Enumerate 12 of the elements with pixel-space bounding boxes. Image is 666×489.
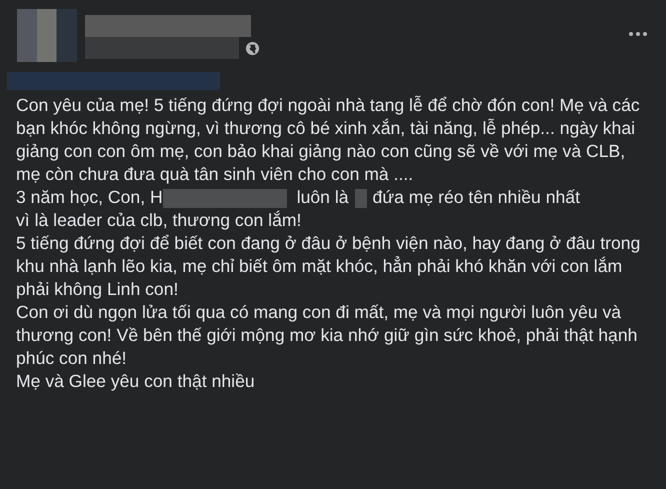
post-text: 5 tiếng đứng đợi để biết con đang ở đâu ở bệnh viện nào, hay đang ở đâu trong khu nhà lạnh lẽo kia, mẹ chỉ biết ôm mặt khóc, hẳn phải khó khăn với con lắm phải không Linh con! bbox=[16, 233, 640, 299]
post-text: đứa mẹ réo tên nhiều nhất bbox=[372, 187, 580, 207]
more-options-icon[interactable] bbox=[626, 29, 650, 39]
post-text: 3 năm học, Con, H bbox=[16, 187, 163, 207]
globe-icon bbox=[245, 40, 260, 56]
post-text: luôn là bbox=[296, 187, 349, 207]
blurred-avatar bbox=[17, 9, 77, 62]
post-text: vì là leader của clb, thương con lắm! bbox=[16, 210, 302, 230]
post-text: Mẹ và Glee yêu con thật nhiều bbox=[16, 371, 255, 391]
blurred-word bbox=[354, 188, 367, 208]
post-text: Con ơi dù ngọn lửa tối qua có mang con đi mất, mẹ và mọi người luôn yêu và thương con! Về bên thế giới mộng mơ kia nhớ giữ gìn sức khoẻ, phải thật hạnh phúc con nhé! bbox=[16, 302, 638, 368]
post-text: Con yêu của mẹ! 5 tiếng đứng đợi ngoài nhà tang lễ để chờ đón con! Mẹ và các bạn khóc không ngừng, vì thương cô bé xinh xắn, tài năng, lễ phép... ngày khai giảng con con ôm mẹ, con bảo khai giảng nào con cũng sẽ về với mẹ và CLB, mẹ còn chưa đưa quà tân sinh viên cho con mà .... bbox=[16, 95, 640, 184]
